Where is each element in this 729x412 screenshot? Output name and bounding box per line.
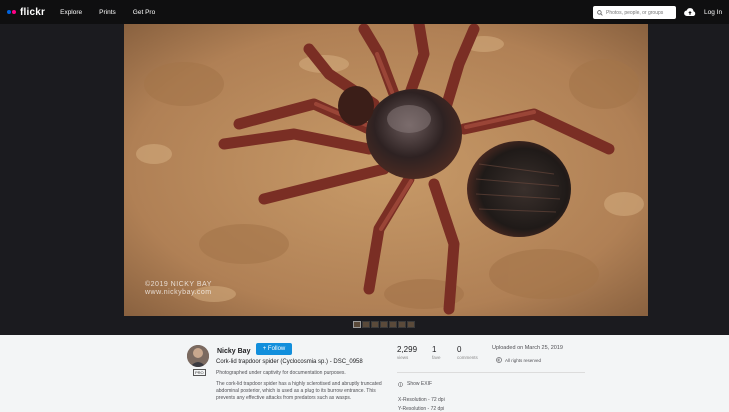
stat-views: 2,299 views xyxy=(397,345,417,360)
search-input[interactable] xyxy=(606,9,672,16)
photo-stage: ©2019 NICKY BAY www.nickybay.com xyxy=(0,24,729,335)
flickr-logo[interactable]: flickr xyxy=(7,0,45,24)
nav-prints[interactable]: Prints xyxy=(99,9,116,16)
show-exif-label: Show EXIF xyxy=(407,381,433,387)
main-photo[interactable]: ©2019 NICKY BAY www.nickybay.com xyxy=(124,24,648,316)
exif-x-resolution: X-Resolution - 72 dpi xyxy=(398,397,445,403)
search-icon xyxy=(597,9,603,16)
filmstrip-thumb[interactable] xyxy=(407,321,415,328)
info-icon xyxy=(398,381,403,387)
avatar-image xyxy=(187,345,209,367)
logo-pink-dot xyxy=(12,10,16,14)
stat-views-number: 2,299 xyxy=(397,345,418,354)
divider xyxy=(397,372,585,373)
license-text: All rights reserved xyxy=(505,357,542,363)
filmstrip-thumb[interactable] xyxy=(371,321,379,328)
copyright-icon xyxy=(496,357,502,363)
upload-cloud-icon[interactable] xyxy=(684,7,696,17)
follow-button[interactable]: + Follow xyxy=(256,343,292,355)
license-info[interactable]: All rights reserved xyxy=(496,357,541,363)
photo-info-panel: PRO Nicky Bay + Follow Cork-lid trapdoor… xyxy=(0,335,729,412)
stat-views-label: views xyxy=(397,355,409,360)
filmstrip-thumb[interactable] xyxy=(380,321,388,328)
photo-caption: Photographed under captivity for documen… xyxy=(216,370,346,376)
filmstrip-thumb[interactable] xyxy=(389,321,397,328)
spider-photo-illustration xyxy=(124,24,648,316)
stat-faves-label: fave xyxy=(432,355,441,360)
login-link[interactable]: Log In xyxy=(704,9,722,16)
filmstrip-thumb[interactable] xyxy=(353,321,361,328)
stat-faves-number: 1 xyxy=(432,345,437,354)
stat-comments-label: comments xyxy=(457,355,478,360)
watermark-copyright: ©2019 NICKY BAY xyxy=(145,281,212,288)
show-exif-link[interactable]: Show EXIF xyxy=(398,381,432,387)
search-box[interactable] xyxy=(593,6,676,19)
nav-explore[interactable]: Explore xyxy=(60,9,82,16)
watermark-url: www.nickybay.com xyxy=(145,289,212,296)
filmstrip-thumb[interactable] xyxy=(362,321,370,328)
filmstrip-thumb[interactable] xyxy=(398,321,406,328)
stat-faves: 1 fave xyxy=(432,345,441,360)
photo-watermark: ©2019 NICKY BAY www.nickybay.com xyxy=(145,281,212,297)
filmstrip xyxy=(353,321,415,328)
stat-comments: 0 comments xyxy=(457,345,478,360)
photo-title: Cork-lid trapdoor spider (Cyclocosmia sp… xyxy=(216,359,363,365)
owner-name[interactable]: Nicky Bay xyxy=(217,348,250,355)
logo-blue-dot xyxy=(7,10,11,14)
upload-date: Uploaded on March 25, 2019 xyxy=(492,345,563,351)
stat-comments-number: 0 xyxy=(457,345,462,354)
photo-description: The cork-lid trapdoor spider has a highl… xyxy=(216,381,382,401)
top-nav: flickr Explore Prints Get Pro Log In xyxy=(0,0,729,24)
avatar[interactable] xyxy=(187,345,209,367)
pro-badge: PRO xyxy=(193,369,206,376)
nav-get-pro[interactable]: Get Pro xyxy=(133,9,155,16)
logo-wordmark: flickr xyxy=(20,6,46,18)
exif-y-resolution: Y-Resolution - 72 dpi xyxy=(398,406,445,412)
